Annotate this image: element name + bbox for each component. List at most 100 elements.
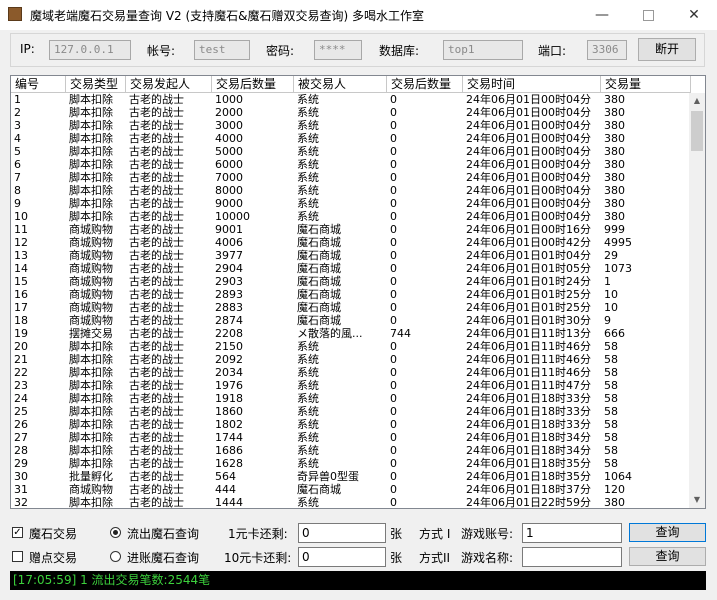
table-row[interactable]: 25 脚本扣除 古老的战士 1860 系统 0 24年06月01日18时33分 58 bbox=[11, 405, 691, 418]
table-cell: 380 bbox=[604, 145, 625, 158]
card10-input[interactable]: 0 bbox=[298, 547, 386, 567]
table-cell: 古老的战士 bbox=[129, 236, 184, 249]
table-cell: 24年06月01日11时47分 bbox=[466, 379, 591, 392]
table-cell: 1744 bbox=[215, 431, 243, 444]
table-cell: 古老的战士 bbox=[129, 171, 184, 184]
table-cell: 0 bbox=[390, 496, 397, 508]
table-row[interactable]: 17 商城购物 古老的战士 2883 魔石商城 0 24年06月01日01时25分 10 bbox=[11, 301, 691, 314]
table-row[interactable]: 31 商城购物 古老的战士 444 魔石商城 0 24年06月01日18时37分 120 bbox=[11, 483, 691, 496]
table-row[interactable]: 24 脚本扣除 古老的战士 1918 系统 0 24年06月01日18时33分 58 bbox=[11, 392, 691, 405]
table-cell: 24年06月01日18时33分 bbox=[466, 418, 591, 431]
table-cell: 24年06月01日18时33分 bbox=[466, 405, 591, 418]
table-cell: 0 bbox=[390, 470, 397, 483]
table-row[interactable]: 16 商城购物 古老的战士 2893 魔石商城 0 24年06月01日01时25分 10 bbox=[11, 288, 691, 301]
table-cell: 古老的战士 bbox=[129, 314, 184, 327]
table-cell: 脚本扣除 bbox=[69, 340, 113, 353]
table-row[interactable]: 2 脚本扣除 古老的战士 2000 系统 0 24年06月01日00时04分 380 bbox=[11, 106, 691, 119]
close-button[interactable]: ✕ bbox=[671, 0, 717, 30]
table-cell: 58 bbox=[604, 457, 618, 470]
magic-stone-checkbox[interactable]: ✓ bbox=[12, 527, 23, 538]
column-header[interactable]: 被交易人 bbox=[294, 76, 387, 93]
table-cell: 0 bbox=[390, 379, 397, 392]
table-row[interactable]: 23 脚本扣除 古老的战士 1976 系统 0 24年06月01日11时47分 58 bbox=[11, 379, 691, 392]
column-header[interactable]: 交易后数量 bbox=[387, 76, 463, 93]
close-icon: ✕ bbox=[688, 7, 700, 23]
scroll-thumb[interactable] bbox=[691, 111, 703, 151]
transactions-table[interactable]: 编号 交易类型 交易发起人 交易后数量 被交易人 交易后数量 交易时间 交易量 1 脚本扣除 古老… bbox=[10, 75, 706, 509]
table-row[interactable]: 12 商城购物 古老的战士 4006 魔石商城 0 24年06月01日00时42分 4995 bbox=[11, 236, 691, 249]
card1-input[interactable]: 0 bbox=[298, 523, 386, 543]
table-cell: 1064 bbox=[604, 470, 632, 483]
query-button[interactable]: 查询 bbox=[629, 523, 706, 542]
table-row[interactable]: 27 脚本扣除 古老的战士 1744 系统 0 24年06月01日18时34分 58 bbox=[11, 431, 691, 444]
table-cell: 24年06月01日01时04分 bbox=[466, 249, 591, 262]
table-row[interactable]: 30 批量孵化 古老的战士 564 奇异兽0型蛋 0 24年06月01日18时35分 1064 bbox=[11, 470, 691, 483]
table-cell: 24年06月01日00时04分 bbox=[466, 93, 591, 106]
table-row[interactable]: 8 脚本扣除 古老的战士 8000 系统 0 24年06月01日00时04分 380 bbox=[11, 184, 691, 197]
table-row[interactable]: 11 商城购物 古老的战士 9001 魔石商城 0 24年06月01日00时16分 999 bbox=[11, 223, 691, 236]
table-row[interactable]: 13 商城购物 古老的战士 3977 魔石商城 0 24年06月01日01时04分 29 bbox=[11, 249, 691, 262]
table-row[interactable]: 5 脚本扣除 古老的战士 5000 系统 0 24年06月01日00时04分 380 bbox=[11, 145, 691, 158]
table-cell: 380 bbox=[604, 496, 625, 508]
table-row[interactable]: 29 脚本扣除 古老的战士 1628 系统 0 24年06月01日18时35分 58 bbox=[11, 457, 691, 470]
table-cell: 0 bbox=[390, 158, 397, 171]
table-row[interactable]: 26 脚本扣除 古老的战士 1802 系统 0 24年06月01日18时33分 58 bbox=[11, 418, 691, 431]
table-cell: 系统 bbox=[297, 184, 319, 197]
game-account-input[interactable]: 1 bbox=[522, 523, 622, 543]
scroll-down-icon[interactable]: ▼ bbox=[689, 492, 705, 508]
table-row[interactable]: 20 脚本扣除 古老的战士 2150 系统 0 24年06月01日11时46分 58 bbox=[11, 340, 691, 353]
maximize-button[interactable] bbox=[625, 0, 671, 30]
table-row[interactable]: 3 脚本扣除 古老的战士 3000 系统 0 24年06月01日00时04分 380 bbox=[11, 119, 691, 132]
query-button-2[interactable]: 查询 bbox=[629, 547, 706, 566]
table-row[interactable]: 18 商城购物 古老的战士 2874 魔石商城 0 24年06月01日01时30分 9 bbox=[11, 314, 691, 327]
table-cell: 2874 bbox=[215, 314, 243, 327]
table-row[interactable]: 32 脚本扣除 古老的战士 1444 系统 0 24年06月01日22时59分 380 bbox=[11, 496, 691, 508]
inflow-radio[interactable] bbox=[110, 551, 121, 562]
table-row[interactable]: 28 脚本扣除 古老的战士 1686 系统 0 24年06月01日18时34分 58 bbox=[11, 444, 691, 457]
table-row[interactable]: 19 摆摊交易 古老的战士 2208 メ散落的風... 744 24年06月01日11时13… bbox=[11, 327, 691, 340]
column-header[interactable]: 交易后数量 bbox=[212, 76, 294, 93]
table-body[interactable]: 1 脚本扣除 古老的战士 1000 系统 0 24年06月01日00时04分 380 2 脚本扣除… bbox=[11, 93, 691, 508]
table-cell: 12 bbox=[14, 236, 28, 249]
table-row[interactable]: 15 商城购物 古老的战士 2903 魔石商城 0 24年06月01日01时24分 1 bbox=[11, 275, 691, 288]
table-cell: 17 bbox=[14, 301, 28, 314]
table-cell: 58 bbox=[604, 340, 618, 353]
table-cell: 系统 bbox=[297, 405, 319, 418]
game-name-input[interactable] bbox=[522, 547, 622, 567]
scroll-up-icon[interactable]: ▲ bbox=[689, 93, 705, 109]
port-label: 端口: bbox=[538, 44, 567, 58]
column-header[interactable]: 编号 bbox=[11, 76, 66, 93]
table-cell: 24年06月01日00时04分 bbox=[466, 106, 591, 119]
table-cell: 1444 bbox=[215, 496, 243, 508]
table-row[interactable]: 6 脚本扣除 古老的战士 6000 系统 0 24年06月01日00时04分 380 bbox=[11, 158, 691, 171]
vertical-scrollbar[interactable]: ▲ ▼ bbox=[689, 93, 705, 508]
table-row[interactable]: 22 脚本扣除 古老的战士 2034 系统 0 24年06月01日11时46分 58 bbox=[11, 366, 691, 379]
table-row[interactable]: 1 脚本扣除 古老的战士 1000 系统 0 24年06月01日00时04分 380 bbox=[11, 93, 691, 106]
disconnect-button[interactable]: 断开 bbox=[638, 38, 696, 61]
table-cell: 0 bbox=[390, 275, 397, 288]
column-header[interactable]: 交易发起人 bbox=[126, 76, 212, 93]
database-field[interactable]: top1 bbox=[443, 40, 523, 60]
column-header[interactable]: 交易时间 bbox=[463, 76, 601, 93]
account-field[interactable]: test bbox=[194, 40, 250, 60]
gift-point-checkbox[interactable] bbox=[12, 551, 23, 562]
table-row[interactable]: 4 脚本扣除 古老的战士 4000 系统 0 24年06月01日00时04分 380 bbox=[11, 132, 691, 145]
column-header[interactable]: 交易类型 bbox=[66, 76, 126, 93]
table-row[interactable]: 10 脚本扣除 古老的战士 10000 系统 0 24年06月01日00时04分 380 bbox=[11, 210, 691, 223]
column-header[interactable]: 交易量 bbox=[601, 76, 691, 93]
outflow-radio[interactable] bbox=[110, 527, 121, 538]
password-field[interactable]: **** bbox=[314, 40, 362, 60]
table-cell: 2903 bbox=[215, 275, 243, 288]
table-row[interactable]: 14 商城购物 古老的战士 2904 魔石商城 0 24年06月01日01时05分 1073 bbox=[11, 262, 691, 275]
table-row[interactable]: 7 脚本扣除 古老的战士 7000 系统 0 24年06月01日00时04分 380 bbox=[11, 171, 691, 184]
table-cell: 0 bbox=[390, 366, 397, 379]
password-label: 密码: bbox=[266, 44, 295, 58]
table-cell: 5 bbox=[14, 145, 21, 158]
table-row[interactable]: 9 脚本扣除 古老的战士 9000 系统 0 24年06月01日00时04分 380 bbox=[11, 197, 691, 210]
table-cell: 380 bbox=[604, 197, 625, 210]
minimize-button[interactable]: — bbox=[579, 0, 625, 30]
ip-field[interactable]: 127.0.0.1 bbox=[49, 40, 131, 60]
table-cell: 744 bbox=[390, 327, 411, 340]
port-field[interactable]: 3306 bbox=[587, 40, 627, 60]
table-row[interactable]: 21 脚本扣除 古老的战士 2092 系统 0 24年06月01日11时46分 58 bbox=[11, 353, 691, 366]
